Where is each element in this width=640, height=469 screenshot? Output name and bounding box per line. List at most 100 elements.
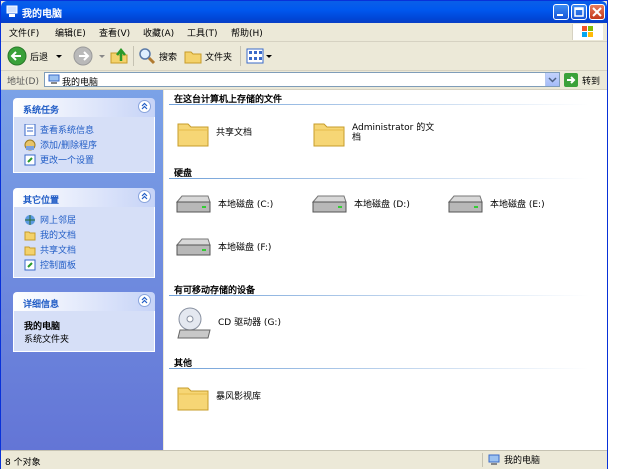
add-remove-icon [24, 139, 36, 150]
drive-c[interactable]: 本地磁盘 (C:) [174, 194, 273, 216]
forward-arrow-icon [73, 46, 93, 66]
section-divider [169, 295, 589, 296]
folder-shared-documents[interactable]: 共享文档 [176, 118, 252, 148]
chevron-up-icon [141, 296, 148, 304]
maximize-icon [574, 7, 584, 17]
item-label: Administrator 的文档 [352, 123, 435, 143]
hard-drive-icon [175, 238, 211, 256]
item-label: 共享文档 [216, 128, 253, 138]
cd-drive-g[interactable]: CD 驱动器 (G:) [176, 306, 281, 340]
status-location-label: 我的电脑 [504, 456, 541, 466]
menu-tools[interactable]: 工具(T) [187, 26, 218, 39]
minimize-button[interactable] [553, 4, 569, 20]
toolbar: 后退 搜索 文件夹 [1, 42, 607, 71]
window-title: 我的电脑 [22, 9, 62, 20]
back-arrow-icon [7, 46, 27, 66]
menu-edit[interactable]: 编辑(E) [55, 26, 86, 39]
section-divider [169, 368, 589, 369]
my-documents-icon [24, 231, 36, 240]
hard-drive-icon [447, 195, 483, 213]
system-info-icon [24, 123, 36, 136]
menu-view[interactable]: 查看(V) [99, 26, 130, 39]
menu-file[interactable]: 文件(F) [9, 26, 39, 39]
address-input[interactable]: 我的电脑 [44, 72, 560, 88]
object-count: 8 个对象 [5, 458, 41, 468]
forward-button[interactable] [73, 45, 107, 67]
item-label: 本地磁盘 (C:) [218, 200, 274, 210]
task-add-remove-programs[interactable]: 添加/删除程序 [14, 137, 154, 152]
collapse-button[interactable] [138, 190, 151, 203]
hard-drive-icon [311, 195, 347, 213]
go-label: 转到 [582, 76, 601, 87]
place-label: 网上邻居 [40, 216, 77, 226]
views-icon [246, 48, 264, 64]
up-button[interactable] [109, 45, 129, 67]
system-tasks-header[interactable]: 系统任务 [13, 98, 155, 117]
place-label: 控制面板 [40, 261, 77, 271]
my-computer-icon [488, 454, 500, 465]
status-divider [482, 453, 483, 467]
folder-icon [177, 123, 209, 147]
other-places-header[interactable]: 其它位置 [13, 188, 155, 207]
folder-icon [313, 123, 345, 147]
menu-bar: 文件(F) 编辑(E) 查看(V) 收藏(A) 工具(T) 帮助(H) [1, 23, 607, 42]
folder-administrator-documents[interactable]: Administrator 的文档 [312, 118, 436, 148]
system-tasks-panel: 系统任务 查看系统信息 添加/删除程序 更改一个设置 [13, 98, 155, 173]
drive-e[interactable]: 本地磁盘 (E:) [446, 194, 545, 216]
place-my-documents[interactable]: 我的文档 [14, 227, 154, 242]
collapse-button[interactable] [138, 294, 151, 307]
section-divider [169, 104, 589, 105]
address-dropdown-button[interactable] [545, 73, 559, 86]
cd-drive-icon [177, 307, 211, 339]
chevron-up-icon [141, 192, 148, 200]
my-computer-icon [48, 74, 60, 84]
place-label: 我的文档 [40, 231, 77, 241]
back-dropdown-icon[interactable] [54, 51, 64, 61]
place-label: 共享文档 [40, 246, 77, 256]
other-places-title: 其它位置 [23, 196, 60, 206]
task-pane: 系统任务 查看系统信息 添加/删除程序 更改一个设置 其它位置 网上邻居 我的文… [1, 90, 163, 450]
go-button[interactable]: 转到 [564, 73, 600, 87]
status-location: 我的电脑 [488, 453, 540, 466]
task-label: 添加/删除程序 [40, 141, 98, 151]
item-label: 暴风影视库 [216, 392, 262, 402]
search-label: 搜索 [159, 52, 178, 63]
drive-f[interactable]: 本地磁盘 (F:) [174, 237, 271, 259]
task-label: 查看系统信息 [40, 126, 95, 136]
menu-help[interactable]: 帮助(H) [231, 26, 263, 39]
title-bar[interactable]: 我的电脑 [1, 1, 607, 23]
item-label: CD 驱动器 (G:) [218, 318, 281, 328]
maximize-button[interactable] [571, 4, 587, 20]
views-button[interactable] [246, 45, 273, 67]
drive-d[interactable]: 本地磁盘 (D:) [310, 194, 410, 216]
folder-baofeng-library[interactable]: 暴风影视库 [176, 382, 261, 412]
search-icon [139, 48, 156, 65]
place-network[interactable]: 网上邻居 [14, 212, 154, 227]
other-places-panel: 其它位置 网上邻居 我的文档 共享文档 控制面板 [13, 188, 155, 278]
task-view-system-info[interactable]: 查看系统信息 [14, 122, 154, 137]
shared-folder-icon [24, 246, 36, 255]
search-button[interactable]: 搜索 [138, 45, 177, 67]
task-change-setting[interactable]: 更改一个设置 [14, 152, 154, 167]
file-view: 在这台计算机上存储的文件 共享文档 Administrator 的文档 硬盘 本… [164, 90, 607, 450]
folders-button[interactable]: 文件夹 [184, 45, 232, 67]
item-label: 本地磁盘 (D:) [354, 200, 410, 210]
menu-favorites[interactable]: 收藏(A) [143, 26, 174, 39]
forward-dropdown-icon[interactable] [97, 51, 107, 61]
place-shared-documents[interactable]: 共享文档 [14, 242, 154, 257]
explorer-window: 我的电脑 文件(F) 编辑(E) 查看(V) 收藏(A) 工具(T) 帮助(H) [0, 0, 608, 469]
minimize-icon [557, 14, 563, 16]
close-button[interactable] [589, 4, 605, 20]
control-panel-icon [24, 154, 36, 165]
toolbar-separator [240, 46, 241, 66]
place-control-panel[interactable]: 控制面板 [14, 257, 154, 272]
windows-logo-icon [572, 24, 603, 40]
address-label: 地址(D) [7, 77, 39, 87]
back-button[interactable]: 后退 [7, 45, 64, 67]
folder-icon [177, 387, 209, 411]
network-icon [25, 214, 35, 225]
folder-up-icon [110, 47, 128, 64]
details-header[interactable]: 详细信息 [13, 292, 155, 311]
collapse-button[interactable] [138, 100, 151, 113]
views-dropdown-icon [266, 55, 272, 58]
